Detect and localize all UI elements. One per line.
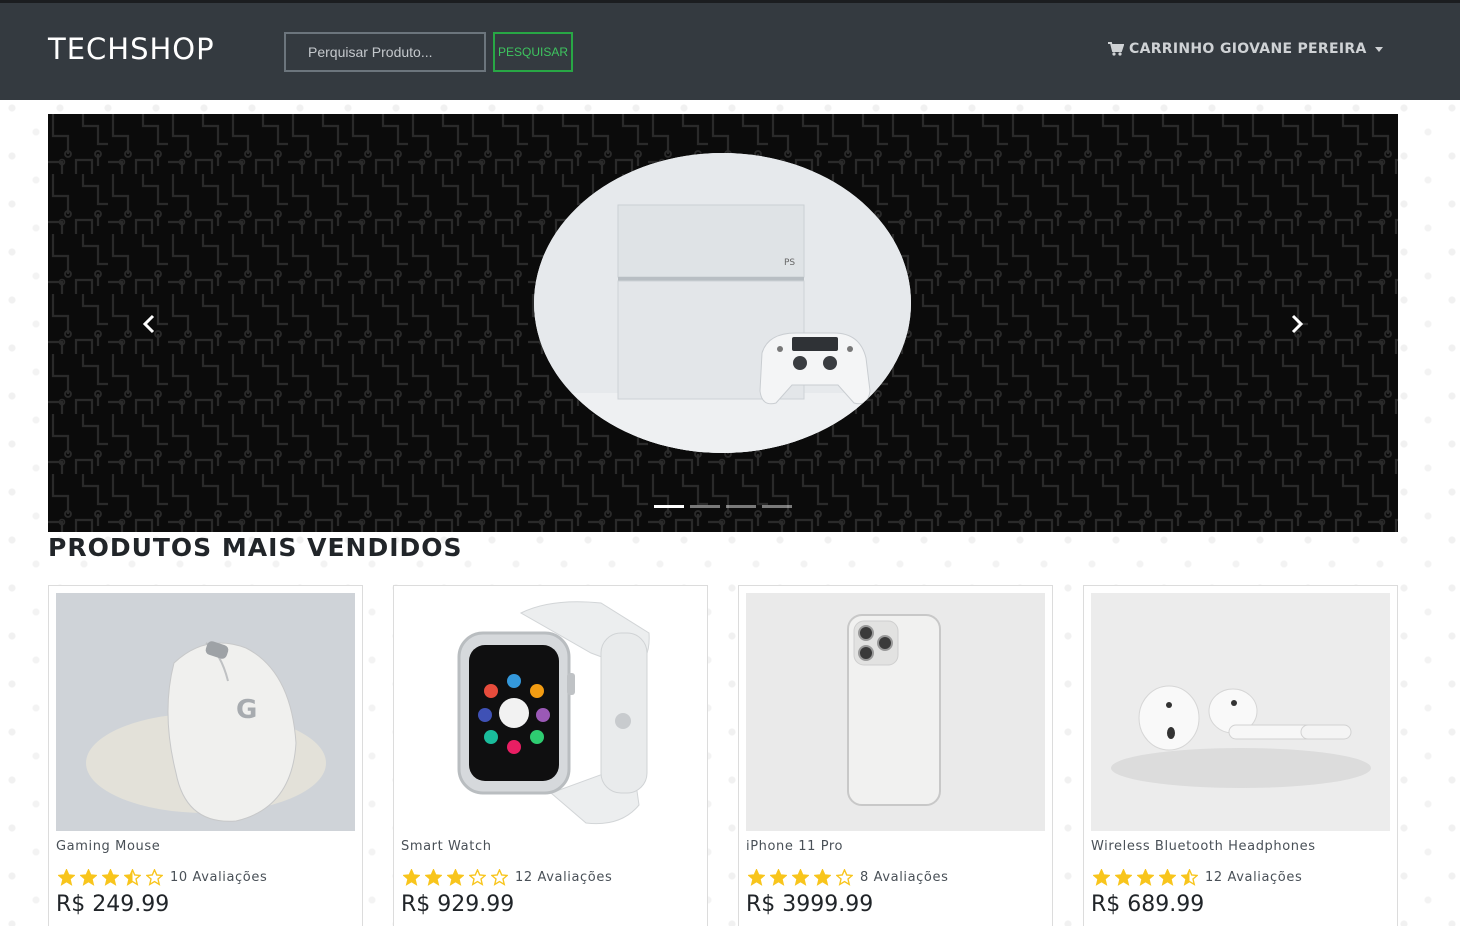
product-rating: 8 Avaliações (748, 869, 948, 886)
star-filled-icon (102, 869, 119, 886)
product-rating: 10 Avaliações (58, 869, 267, 886)
star-filled-icon (814, 869, 831, 886)
review-count: 8 Avaliações (860, 870, 949, 885)
star-empty-icon (469, 869, 486, 886)
star-filled-icon (80, 869, 97, 886)
star-filled-icon (792, 869, 809, 886)
carousel-indicator-2[interactable] (690, 505, 720, 508)
chevron-left-icon (142, 314, 155, 334)
star-filled-icon (1159, 869, 1176, 886)
star-empty-icon (146, 869, 163, 886)
iphone-image (746, 593, 1045, 831)
product-card[interactable]: Smart Watch 12 Avaliações R$ 929.99 (393, 585, 708, 926)
carousel-prev-button[interactable] (138, 312, 162, 336)
product-image[interactable] (401, 593, 700, 831)
svg-text:G: G (236, 695, 257, 725)
product-image[interactable] (1091, 593, 1390, 831)
hero-carousel: PS (48, 114, 1398, 532)
star-filled-icon (447, 869, 464, 886)
smart-watch-image (401, 593, 700, 831)
product-image[interactable]: G (56, 593, 355, 831)
star-filled-icon (1115, 869, 1132, 886)
section-title: PRODUTOS MAIS VENDIDOS (48, 533, 463, 562)
product-image[interactable] (746, 593, 1045, 831)
svg-text:PS: PS (784, 258, 795, 268)
star-filled-icon (425, 869, 442, 886)
cart-link[interactable]: CARRINHO (1108, 41, 1215, 57)
gaming-mouse-image: G (56, 593, 355, 831)
product-card[interactable]: iPhone 11 Pro 8 Avaliações R$ 3999.99 (738, 585, 1053, 926)
chevron-right-icon (1291, 314, 1304, 334)
game-console-image: PS (534, 153, 911, 453)
search-button[interactable]: PESQUISAR (493, 32, 573, 72)
shopping-cart-icon (1108, 42, 1124, 56)
star-half-icon (124, 869, 141, 886)
carousel-indicator-1[interactable] (654, 505, 684, 508)
caret-down-icon (1374, 46, 1383, 52)
cart-label: CARRINHO (1129, 41, 1215, 57)
product-price: R$ 689.99 (1091, 892, 1205, 917)
review-count: 10 Avaliações (170, 870, 268, 885)
product-rating: 12 Avaliações (403, 869, 612, 886)
user-menu-dropdown[interactable]: GIOVANE PEREIRA (1220, 41, 1383, 57)
carousel-indicator-3[interactable] (726, 505, 756, 508)
star-filled-icon (1137, 869, 1154, 886)
product-name[interactable]: iPhone 11 Pro (746, 839, 843, 854)
user-name: GIOVANE PEREIRA (1220, 41, 1367, 57)
review-count: 12 Avaliações (515, 870, 613, 885)
carousel-indicators (654, 505, 792, 508)
product-card[interactable]: G Gaming Mouse 10 Avaliações R$ 249.99 (48, 585, 363, 926)
slide-image-playstation: PS (534, 153, 911, 453)
star-filled-icon (403, 869, 420, 886)
carousel-next-button[interactable] (1284, 312, 1308, 336)
product-name[interactable]: Gaming Mouse (56, 839, 160, 854)
product-price: R$ 929.99 (401, 892, 515, 917)
review-count: 12 Avaliações (1205, 870, 1303, 885)
star-filled-icon (1093, 869, 1110, 886)
product-card[interactable]: Wireless Bluetooth Headphones 12 Avaliaç… (1083, 585, 1398, 926)
star-half-icon (1181, 869, 1198, 886)
navbar: TECHSHOP PESQUISAR CARRINHO GIOVANE PERE… (0, 3, 1460, 100)
star-filled-icon (748, 869, 765, 886)
product-name[interactable]: Smart Watch (401, 839, 492, 854)
star-empty-icon (491, 869, 508, 886)
product-price: R$ 249.99 (56, 892, 170, 917)
search-input[interactable] (284, 32, 486, 72)
wireless-earbuds-image (1091, 593, 1390, 831)
brand-logo[interactable]: TECHSHOP (48, 32, 215, 66)
star-filled-icon (58, 869, 75, 886)
product-price: R$ 3999.99 (746, 892, 874, 917)
star-empty-icon (836, 869, 853, 886)
product-name[interactable]: Wireless Bluetooth Headphones (1091, 839, 1316, 854)
carousel-indicator-4[interactable] (762, 505, 792, 508)
product-rating: 12 Avaliações (1093, 869, 1302, 886)
star-filled-icon (770, 869, 787, 886)
